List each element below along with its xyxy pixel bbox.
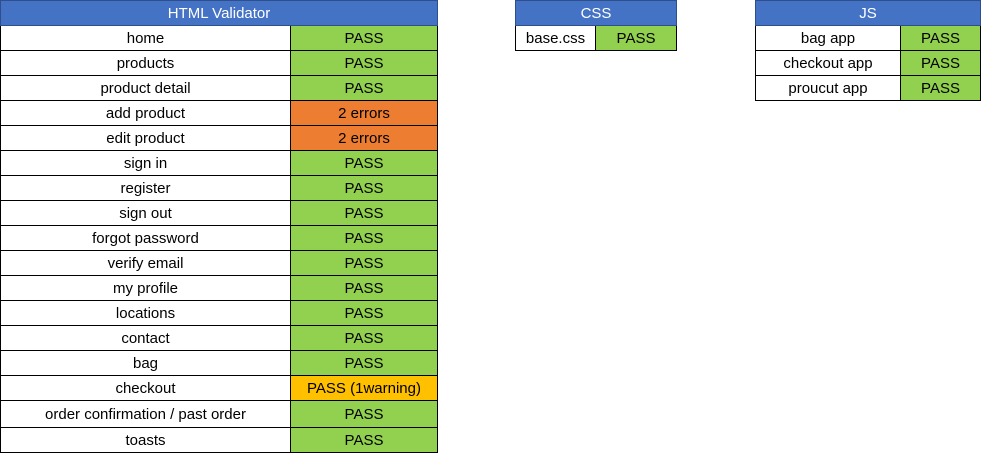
result-cell: PASS (289, 400, 439, 428)
table-header-row: CSS (515, 0, 677, 26)
html-validator-table: HTML Validator home PASS products PASS p… (0, 0, 439, 453)
page-name-cell: register (0, 175, 291, 201)
result-cell: 2 errors (289, 100, 439, 126)
page-name-cell: sign in (0, 150, 291, 176)
js-validator-title: JS (754, 0, 981, 26)
result-cell: PASS (899, 50, 981, 76)
result-cell: PASS (595, 25, 677, 51)
table-row: bag PASS (0, 350, 439, 376)
table-row: proucut app PASS (755, 75, 981, 101)
page-name-cell: products (0, 50, 291, 76)
table-row: sign out PASS (0, 200, 439, 226)
page-name-cell: add product (0, 100, 291, 126)
table-row: product detail PASS (0, 75, 439, 101)
page-name-cell: contact (0, 325, 291, 351)
table-row: products PASS (0, 50, 439, 76)
file-name-cell: base.css (515, 25, 596, 51)
table-row: my profile PASS (0, 275, 439, 301)
page-name-cell: home (0, 25, 291, 51)
result-cell: PASS (899, 75, 981, 101)
table-row: edit product 2 errors (0, 125, 439, 151)
result-cell: PASS (289, 25, 439, 51)
table-row: bag app PASS (755, 25, 981, 51)
result-cell: PASS (289, 75, 439, 101)
page-name-cell: order confirmation / past order (0, 400, 291, 428)
table-row: toasts PASS (0, 427, 439, 453)
table-row: order confirmation / past order PASS (0, 400, 439, 428)
result-cell: PASS (289, 350, 439, 376)
result-cell: PASS (899, 25, 981, 51)
table-row: checkout app PASS (755, 50, 981, 76)
page-name-cell: product detail (0, 75, 291, 101)
table-header-row: JS (754, 0, 981, 26)
css-validator-table: CSS base.css PASS (515, 0, 677, 51)
result-cell: PASS (289, 175, 439, 201)
result-cell: PASS (289, 427, 439, 453)
table-row: forgot password PASS (0, 225, 439, 251)
file-name-cell: bag app (755, 25, 901, 51)
result-cell: PASS (289, 325, 439, 351)
page-name-cell: bag (0, 350, 291, 376)
html-validator-title: HTML Validator (0, 0, 439, 26)
page-name-cell: sign out (0, 200, 291, 226)
page-name-cell: toasts (0, 427, 291, 453)
result-cell: 2 errors (289, 125, 439, 151)
table-row: sign in PASS (0, 150, 439, 176)
table-row: checkout PASS (1warning) (0, 375, 439, 401)
file-name-cell: checkout app (755, 50, 901, 76)
result-cell: PASS (289, 200, 439, 226)
table-row: contact PASS (0, 325, 439, 351)
table-row: register PASS (0, 175, 439, 201)
page-name-cell: edit product (0, 125, 291, 151)
page-name-cell: locations (0, 300, 291, 326)
js-validator-table: JS bag app PASS checkout app PASS proucu… (754, 0, 981, 101)
result-cell: PASS (1warning) (289, 375, 439, 401)
result-cell: PASS (289, 225, 439, 251)
result-cell: PASS (289, 300, 439, 326)
table-row: locations PASS (0, 300, 439, 326)
table-row: home PASS (0, 25, 439, 51)
result-cell: PASS (289, 250, 439, 276)
table-row: verify email PASS (0, 250, 439, 276)
page-name-cell: forgot password (0, 225, 291, 251)
file-name-cell: proucut app (755, 75, 901, 101)
css-validator-title: CSS (515, 0, 677, 26)
page-name-cell: verify email (0, 250, 291, 276)
result-cell: PASS (289, 275, 439, 301)
table-header-row: HTML Validator (0, 0, 439, 26)
table-row: add product 2 errors (0, 100, 439, 126)
result-cell: PASS (289, 150, 439, 176)
result-cell: PASS (289, 50, 439, 76)
page-name-cell: checkout (0, 375, 291, 401)
table-row: base.css PASS (515, 25, 677, 51)
page-name-cell: my profile (0, 275, 291, 301)
